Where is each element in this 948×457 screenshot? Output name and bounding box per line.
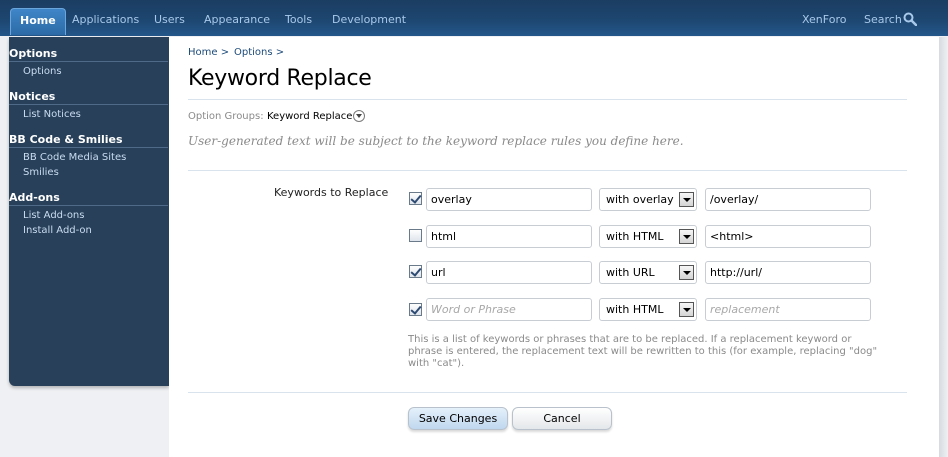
sidebar-item-list-notices[interactable]: List Notices	[23, 108, 81, 121]
replacement-input[interactable]: http://url/	[705, 261, 871, 284]
tab-development[interactable]: Development	[332, 8, 406, 36]
tab-home[interactable]: Home	[10, 8, 66, 35]
page-title: Keyword Replace	[188, 66, 372, 91]
row-enabled-checkbox[interactable]	[409, 229, 422, 242]
sidebar-heading-notices: Notices	[9, 89, 168, 105]
breadcrumb-home[interactable]: Home >	[188, 47, 229, 58]
sidebar-heading-bbcode-smilies: BB Code & Smilies	[9, 132, 168, 148]
panel-shadow	[939, 37, 948, 457]
replacement-input[interactable]: <html>	[705, 225, 871, 248]
dropdown-arrow-icon	[679, 302, 694, 317]
dropdown-arrow-icon	[679, 265, 694, 280]
replace-type-select[interactable]: with HTML	[599, 298, 697, 321]
keyword-input[interactable]: overlay	[426, 188, 592, 211]
search-link[interactable]: Search	[864, 8, 902, 36]
tab-applications[interactable]: Applications	[72, 8, 139, 36]
sidebar-heading-addons: Add-ons	[9, 190, 168, 206]
keyword-input[interactable]: Word or Phrase	[426, 298, 592, 321]
save-changes-button[interactable]: Save Changes	[408, 407, 508, 430]
replace-type-value: with overlay	[606, 193, 674, 206]
tab-tools[interactable]: Tools	[285, 8, 312, 36]
option-groups-label: Option Groups:	[188, 111, 264, 122]
keyword-input[interactable]: html	[426, 225, 592, 248]
divider	[188, 392, 907, 393]
sidebar-item-bbcode-media-sites[interactable]: BB Code Media Sites	[23, 151, 126, 164]
tab-appearance[interactable]: Appearance	[204, 8, 270, 36]
row-enabled-checkbox[interactable]	[409, 265, 422, 278]
keywords-field-label: Keywords to Replace	[274, 186, 389, 199]
replace-type-select[interactable]: with overlay	[599, 188, 697, 211]
row-enabled-checkbox[interactable]	[409, 303, 422, 316]
cancel-button[interactable]: Cancel	[512, 407, 612, 430]
field-explain-text: This is a list of keywords or phrases th…	[408, 334, 878, 369]
search-icon[interactable]	[903, 12, 917, 26]
top-navigation-bar: Home Applications Users Appearance Tools…	[0, 0, 948, 36]
divider	[188, 99, 907, 100]
replace-type-select[interactable]: with URL	[599, 261, 697, 284]
replacement-input[interactable]: replacement	[705, 298, 871, 321]
row-enabled-checkbox[interactable]	[409, 192, 422, 205]
breadcrumb-options[interactable]: Options >	[234, 47, 284, 58]
divider	[188, 170, 907, 171]
sidebar-heading-options: Options	[9, 46, 168, 62]
replace-type-value: with HTML	[606, 230, 664, 243]
dropdown-arrow-icon	[679, 192, 694, 207]
sidebar-item-smilies[interactable]: Smilies	[23, 166, 59, 179]
replace-type-value: with HTML	[606, 303, 664, 316]
sidebar-item-list-addons[interactable]: List Add-ons	[23, 209, 84, 222]
sidebar-item-install-addon[interactable]: Install Add-on	[23, 224, 92, 237]
sidebar-item-options[interactable]: Options	[23, 65, 62, 78]
option-groups-selector[interactable]: Keyword Replace	[267, 111, 352, 122]
replacement-input[interactable]: /overlay/	[705, 188, 871, 211]
replace-type-value: with URL	[606, 266, 655, 279]
dropdown-arrow-icon	[679, 229, 694, 244]
replace-type-select[interactable]: with HTML	[599, 225, 697, 248]
page-description: User-generated text will be subject to t…	[188, 134, 684, 148]
chevron-down-icon[interactable]	[353, 110, 365, 122]
tab-users[interactable]: Users	[154, 8, 185, 36]
keyword-input[interactable]: url	[426, 261, 592, 284]
xenforo-link[interactable]: XenForo	[802, 8, 846, 36]
